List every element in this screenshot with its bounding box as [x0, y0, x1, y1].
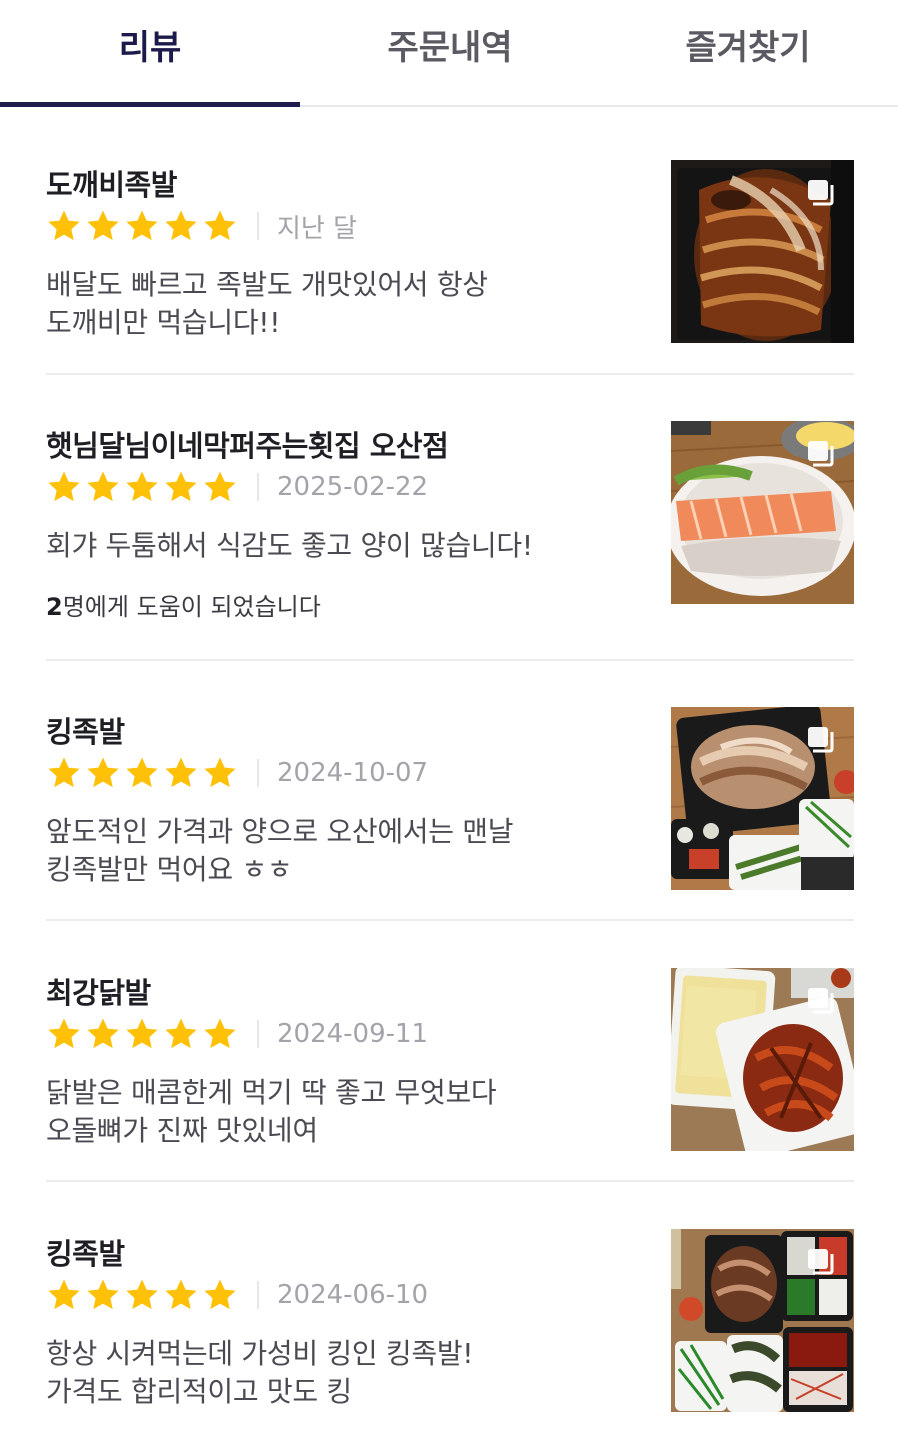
tab-reviews-label: 리뷰	[118, 28, 182, 68]
star-rating	[46, 1016, 241, 1052]
review-text: 닭발은 매콤한게 먹기 딱 좋고 무엇보다 오돌뼈가 진짜 맛있네여	[46, 1076, 497, 1147]
review-item: 최강닭발 2024-09-11 닭발은 매콤한게 먹기 딱 좋고 무엇보다 오돌…	[46, 968, 854, 1158]
active-tab-indicator	[0, 102, 300, 107]
star-icon	[46, 469, 82, 505]
star-icon	[163, 208, 199, 244]
review-text: 배달도 빠르고 족발도 개맛있어서 항상 도깨비만 먹습니다!!	[46, 268, 488, 339]
star-icon	[202, 208, 238, 244]
star-rating	[46, 208, 241, 244]
tab-favorites-label: 즐겨찾기	[685, 28, 811, 68]
star-icon	[124, 755, 160, 791]
star-rating	[46, 469, 241, 505]
star-icon	[46, 755, 82, 791]
rating-row: 2025-02-22	[46, 469, 428, 505]
review-item: 햇님달님이네막퍼주는횟집 오산점 2025-02-22 회갸 두툼해서 식감도 …	[46, 421, 854, 641]
star-rating	[46, 1277, 241, 1313]
separator	[257, 212, 259, 240]
review-date: 2024-10-07	[277, 758, 429, 788]
review-date: 2024-06-10	[277, 1280, 429, 1310]
divider	[46, 1180, 854, 1182]
star-icon	[163, 1277, 199, 1313]
review-photo[interactable]	[671, 968, 854, 1151]
store-name[interactable]: 킹족발	[46, 709, 125, 751]
rating-row: 지난 달	[46, 208, 357, 244]
separator	[257, 1281, 259, 1309]
review-item: 킹족발 2024-10-07 앞도적인 가격과 양으로 오산에서는 맨날 킹족발…	[46, 707, 854, 897]
rating-row: 2024-06-10	[46, 1277, 428, 1313]
review-photo[interactable]	[671, 1229, 854, 1412]
rating-row: 2024-09-11	[46, 1016, 428, 1052]
tab-reviews[interactable]: 리뷰	[0, 0, 300, 105]
review-date: 2024-09-11	[277, 1019, 429, 1049]
star-icon	[85, 1016, 121, 1052]
star-icon	[202, 755, 238, 791]
star-icon	[163, 755, 199, 791]
multiple-photos-icon	[808, 988, 834, 1014]
tab-orders[interactable]: 주문내역	[300, 0, 600, 105]
separator	[257, 1020, 259, 1048]
review-item: 도깨비족발 지난 달 배달도 빠르고 족발도 개맛있어서 항상 도깨비만 먹습니…	[46, 160, 854, 350]
review-photo[interactable]	[671, 160, 854, 343]
review-text: 회갸 두툼해서 식감도 좋고 양이 많습니다!	[46, 529, 533, 562]
helpful-label: 명에게 도움이 되었습니다	[62, 593, 321, 621]
star-icon	[85, 1277, 121, 1313]
star-icon	[163, 469, 199, 505]
tab-bar: 리뷰 주문내역 즐겨찾기	[0, 0, 898, 107]
star-icon	[46, 1277, 82, 1313]
star-rating	[46, 755, 241, 791]
helpful-count: 2명에게 도움이 되었습니다	[46, 587, 321, 622]
review-date: 2025-02-22	[277, 472, 429, 502]
star-icon	[124, 469, 160, 505]
review-date: 지난 달	[277, 213, 358, 244]
separator	[257, 759, 259, 787]
store-name[interactable]: 최강닭발	[46, 970, 151, 1012]
star-icon	[202, 1016, 238, 1052]
star-icon	[202, 1277, 238, 1313]
divider	[46, 659, 854, 661]
divider	[46, 919, 854, 921]
star-icon	[46, 1016, 82, 1052]
store-name[interactable]: 킹족발	[46, 1231, 125, 1273]
star-icon	[163, 1016, 199, 1052]
divider	[46, 373, 854, 375]
multiple-photos-icon	[808, 441, 834, 467]
multiple-photos-icon	[808, 727, 834, 753]
tab-favorites[interactable]: 즐겨찾기	[598, 0, 898, 105]
star-icon	[46, 208, 82, 244]
star-icon	[124, 1016, 160, 1052]
star-icon	[124, 1277, 160, 1313]
review-text: 앞도적인 가격과 양으로 오산에서는 맨날 킹족발만 먹어요 ㅎㅎ	[46, 815, 514, 886]
helpful-number: 2	[46, 593, 63, 621]
star-icon	[85, 469, 121, 505]
separator	[257, 473, 259, 501]
store-name[interactable]: 도깨비족발	[46, 162, 177, 204]
store-name[interactable]: 햇님달님이네막퍼주는횟집 오산점	[46, 423, 449, 465]
review-text: 항상 시켜먹는데 가성비 킹인 킹족발! 가격도 합리적이고 맛도 킹	[46, 1337, 474, 1408]
review-photo[interactable]	[671, 421, 854, 604]
review-item: 킹족발 2024-06-10 항상 시켜먹는데 가성비 킹인 킹족발! 가격도 …	[46, 1229, 854, 1429]
star-icon	[124, 208, 160, 244]
star-icon	[85, 755, 121, 791]
star-icon	[202, 469, 238, 505]
tab-orders-label: 주문내역	[387, 28, 513, 68]
rating-row: 2024-10-07	[46, 755, 428, 791]
star-icon	[85, 208, 121, 244]
multiple-photos-icon	[808, 180, 834, 206]
review-photo[interactable]	[671, 707, 854, 890]
multiple-photos-icon	[808, 1249, 834, 1275]
